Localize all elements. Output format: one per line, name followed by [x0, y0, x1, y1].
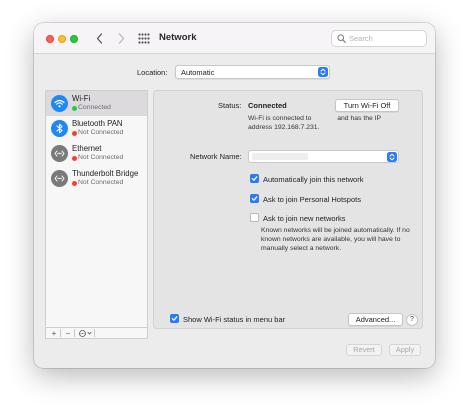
- back-button[interactable]: [92, 30, 106, 46]
- help-button[interactable]: ?: [406, 314, 418, 326]
- ask-hotspots-label: Ask to join Personal Hotspots: [263, 195, 361, 204]
- show-wifi-status-label: Show Wi-Fi status in menu bar: [183, 315, 286, 324]
- auto-join-checkbox[interactable]: [250, 174, 259, 183]
- location-select[interactable]: Automatic: [175, 65, 330, 79]
- service-status: Not Connected: [78, 154, 124, 161]
- show-all-button[interactable]: [137, 32, 151, 45]
- service-name: Wi-Fi: [72, 94, 91, 103]
- checkmark-icon: [171, 316, 178, 321]
- checkmark-icon: [251, 196, 258, 201]
- search-input[interactable]: [349, 33, 423, 44]
- ellipsis-circle-icon: [78, 329, 86, 337]
- status-dot: [72, 156, 77, 161]
- wifi-icon: [51, 95, 68, 112]
- service-status: Connected: [78, 104, 111, 111]
- ethernet-icon: [51, 145, 68, 162]
- status-description-text: and has the IP: [337, 115, 382, 122]
- service-name: Bluetooth PAN: [72, 119, 123, 128]
- ask-new-networks-checkbox[interactable]: [250, 213, 259, 222]
- chevron-down-icon: [86, 331, 92, 335]
- toolbar-divider: [94, 329, 95, 337]
- status-dot: [72, 131, 77, 136]
- ask-new-networks-label: Ask to join new networks: [263, 214, 346, 223]
- apply-button[interactable]: Apply: [389, 344, 421, 356]
- close-window-button[interactable]: [46, 35, 54, 43]
- service-item-bluetooth-pan[interactable]: Bluetooth PAN Not Connected: [46, 116, 147, 141]
- status-dot: [72, 106, 77, 111]
- service-item-ethernet[interactable]: Ethernet Not Connected: [46, 141, 147, 166]
- forward-button[interactable]: [114, 30, 128, 46]
- service-status: Not Connected: [78, 179, 124, 186]
- window-title: Network: [159, 32, 197, 43]
- add-service-button[interactable]: +: [49, 328, 59, 338]
- turn-wifi-off-button[interactable]: Turn Wi-Fi Off: [335, 99, 399, 112]
- network-name-select[interactable]: [248, 150, 399, 163]
- auto-join-label: Automatically join this network: [263, 175, 364, 184]
- ip-address-text: address 192.168.7.231.: [248, 123, 320, 131]
- title-bar: Network: [34, 23, 435, 54]
- chevron-right-icon: [118, 32, 124, 44]
- popup-stepper-icon: [387, 152, 397, 162]
- service-name: Thunderbolt Bridge: [72, 169, 139, 178]
- remove-service-button[interactable]: −: [63, 328, 73, 338]
- search-field[interactable]: [331, 30, 427, 47]
- action-menu-button[interactable]: [77, 328, 93, 338]
- checkmark-icon: [251, 176, 258, 181]
- wifi-detail-panel: Status: Connected Turn Wi-Fi Off Wi-Fi i…: [153, 90, 423, 329]
- revert-button[interactable]: Revert: [346, 344, 382, 356]
- ask-hotspots-checkbox[interactable]: [250, 194, 259, 203]
- service-item-thunderbolt-bridge[interactable]: Thunderbolt Bridge Not Connected: [46, 166, 147, 191]
- grid-icon: [138, 33, 150, 44]
- toolbar-divider: [60, 329, 61, 337]
- status-label: Status:: [218, 101, 242, 110]
- service-item-wifi[interactable]: Wi-Fi Connected: [46, 91, 147, 116]
- advanced-button[interactable]: Advanced...: [348, 313, 403, 326]
- service-status: Not Connected: [78, 129, 124, 136]
- search-icon: [337, 34, 346, 43]
- minimize-window-button[interactable]: [58, 35, 66, 43]
- service-list: Wi-Fi Connected Bluetooth PAN Not Connec…: [45, 90, 148, 328]
- bluetooth-icon: [51, 120, 68, 137]
- chevron-left-icon: [96, 32, 102, 44]
- status-value: Connected: [248, 101, 287, 110]
- popup-stepper-icon: [318, 67, 328, 77]
- status-description: Wi-Fi is connected to and has the IP add…: [248, 115, 418, 133]
- toolbar-divider: [74, 329, 75, 337]
- network-preferences-window: Network Location: Automatic: [34, 23, 435, 368]
- location-label: Location:: [137, 68, 168, 77]
- new-networks-description: Known networks will be joined automatica…: [261, 227, 410, 252]
- network-name-label: Network Name:: [190, 152, 242, 161]
- status-dot: [72, 181, 77, 186]
- redacted-network-name: [252, 153, 308, 160]
- zoom-window-button[interactable]: [70, 35, 78, 43]
- service-name: Ethernet: [72, 144, 102, 153]
- show-wifi-status-checkbox[interactable]: [170, 314, 179, 323]
- location-value: Automatic: [181, 68, 215, 77]
- status-description-text: Wi-Fi is connected to: [248, 115, 312, 122]
- service-list-toolbar: + −: [45, 328, 148, 339]
- thunderbolt-bridge-icon: [51, 170, 68, 187]
